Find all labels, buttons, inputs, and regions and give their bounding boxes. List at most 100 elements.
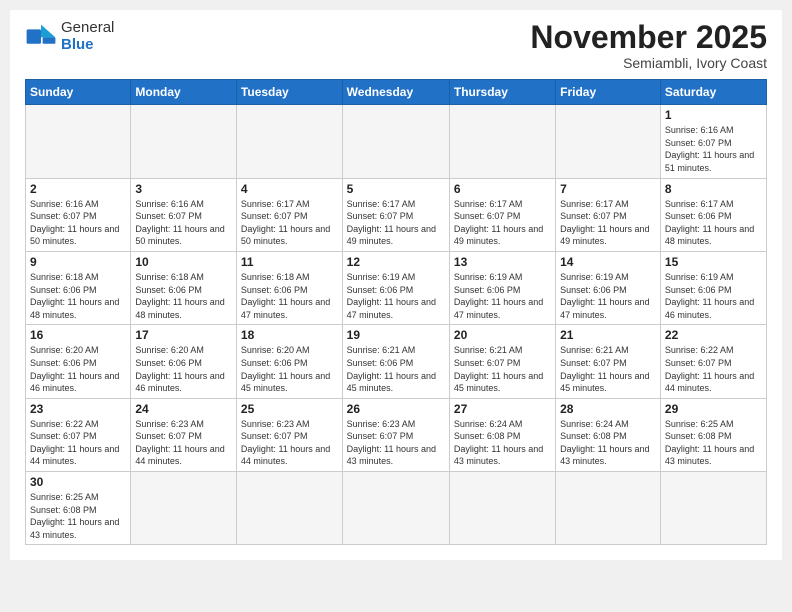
col-saturday: Saturday — [660, 80, 766, 105]
day-number: 12 — [347, 255, 445, 269]
calendar-cell: 19 Sunrise: 6:21 AM Sunset: 6:06 PM Dayli… — [342, 325, 449, 398]
col-monday: Monday — [131, 80, 237, 105]
day-info: Sunrise: 6:16 AM Sunset: 6:07 PM Dayligh… — [665, 124, 762, 174]
day-info: Sunrise: 6:25 AM Sunset: 6:08 PM Dayligh… — [665, 418, 762, 468]
calendar-week-5: 30 Sunrise: 6:25 AM Sunset: 6:08 PM Dayli… — [26, 472, 767, 545]
day-number: 29 — [665, 402, 762, 416]
day-number: 17 — [135, 328, 232, 342]
header: General Blue November 2025 Semiambli, Iv… — [25, 20, 767, 71]
day-number: 19 — [347, 328, 445, 342]
day-info: Sunrise: 6:23 AM Sunset: 6:07 PM Dayligh… — [241, 418, 338, 468]
day-number: 25 — [241, 402, 338, 416]
day-number: 27 — [454, 402, 551, 416]
calendar-cell — [236, 105, 342, 178]
calendar-cell: 15 Sunrise: 6:19 AM Sunset: 6:06 PM Dayli… — [660, 251, 766, 324]
logo: General Blue — [25, 20, 114, 53]
day-number: 15 — [665, 255, 762, 269]
day-info: Sunrise: 6:25 AM Sunset: 6:08 PM Dayligh… — [30, 491, 126, 541]
calendar-cell: 2 Sunrise: 6:16 AM Sunset: 6:07 PM Daylig… — [26, 178, 131, 251]
calendar-cell — [342, 105, 449, 178]
calendar-cell: 5 Sunrise: 6:17 AM Sunset: 6:07 PM Daylig… — [342, 178, 449, 251]
calendar-cell: 3 Sunrise: 6:16 AM Sunset: 6:07 PM Daylig… — [131, 178, 237, 251]
calendar-cell: 18Sunrise: 6:20 AM Sunset: 6:06 PM Dayli… — [236, 325, 342, 398]
day-number: 21 — [560, 328, 656, 342]
day-info: Sunrise: 6:17 AM Sunset: 6:07 PM Dayligh… — [454, 198, 551, 248]
calendar-cell — [236, 472, 342, 545]
day-number: 10 — [135, 255, 232, 269]
day-info: Sunrise: 6:16 AM Sunset: 6:07 PM Dayligh… — [30, 198, 126, 248]
day-info: Sunrise: 6:18 AM Sunset: 6:06 PM Dayligh… — [30, 271, 126, 321]
day-info: Sunrise: 6:19 AM Sunset: 6:06 PM Dayligh… — [347, 271, 445, 321]
calendar-cell — [556, 105, 661, 178]
day-number: 24 — [135, 402, 232, 416]
day-info: Sunrise: 6:20 AM Sunset: 6:06 PM Dayligh… — [241, 344, 338, 394]
calendar-cell: 27 Sunrise: 6:24 AM Sunset: 6:08 PM Dayli… — [449, 398, 555, 471]
day-number: 20 — [454, 328, 551, 342]
day-number: 23 — [30, 402, 126, 416]
day-number: 30 — [30, 475, 126, 489]
calendar-cell: 20 Sunrise: 6:21 AM Sunset: 6:07 PM Dayli… — [449, 325, 555, 398]
col-friday: Friday — [556, 80, 661, 105]
day-number: 3 — [135, 182, 232, 196]
day-number: 2 — [30, 182, 126, 196]
col-tuesday: Tuesday — [236, 80, 342, 105]
calendar-cell: 4 Sunrise: 6:17 AM Sunset: 6:07 PM Daylig… — [236, 178, 342, 251]
calendar-cell: 10 Sunrise: 6:18 AM Sunset: 6:06 PM Dayli… — [131, 251, 237, 324]
calendar-cell: 26 Sunrise: 6:23 AM Sunset: 6:07 PM Dayli… — [342, 398, 449, 471]
calendar-cell: 29 Sunrise: 6:25 AM Sunset: 6:08 PM Dayli… — [660, 398, 766, 471]
calendar-week-3: 16 Sunrise: 6:20 AM Sunset: 6:06 PM Dayli… — [26, 325, 767, 398]
calendar-cell: 24 Sunrise: 6:23 AM Sunset: 6:07 PM Dayli… — [131, 398, 237, 471]
calendar-cell: 21 Sunrise: 6:21 AM Sunset: 6:07 PM Dayli… — [556, 325, 661, 398]
day-number: 8 — [665, 182, 762, 196]
calendar-cell — [556, 472, 661, 545]
day-info: Sunrise: 6:17 AM Sunset: 6:07 PM Dayligh… — [241, 198, 338, 248]
calendar-cell: 23Sunrise: 6:22 AM Sunset: 6:07 PM Dayli… — [26, 398, 131, 471]
day-info: Sunrise: 6:22 AM Sunset: 6:07 PM Dayligh… — [665, 344, 762, 394]
day-info: Sunrise: 6:19 AM Sunset: 6:06 PM Dayligh… — [560, 271, 656, 321]
day-info: Sunrise: 6:20 AM Sunset: 6:06 PM Dayligh… — [30, 344, 126, 394]
day-info: Sunrise: 6:21 AM Sunset: 6:06 PM Dayligh… — [347, 344, 445, 394]
col-wednesday: Wednesday — [342, 80, 449, 105]
day-info: Sunrise: 6:21 AM Sunset: 6:07 PM Dayligh… — [454, 344, 551, 394]
calendar-cell — [449, 105, 555, 178]
day-number: 26 — [347, 402, 445, 416]
calendar-cell: 28Sunrise: 6:24 AM Sunset: 6:08 PM Dayli… — [556, 398, 661, 471]
calendar-cell: 30 Sunrise: 6:25 AM Sunset: 6:08 PM Dayli… — [26, 472, 131, 545]
calendar-cell: 17 Sunrise: 6:20 AM Sunset: 6:06 PM Dayli… — [131, 325, 237, 398]
day-number: 9 — [30, 255, 126, 269]
day-number: 11 — [241, 255, 338, 269]
calendar-cell: 13Sunrise: 6:19 AM Sunset: 6:06 PM Dayli… — [449, 251, 555, 324]
calendar-cell: 9 Sunrise: 6:18 AM Sunset: 6:06 PM Daylig… — [26, 251, 131, 324]
day-info: Sunrise: 6:17 AM Sunset: 6:06 PM Dayligh… — [665, 198, 762, 248]
day-number: 28 — [560, 402, 656, 416]
day-info: Sunrise: 6:23 AM Sunset: 6:07 PM Dayligh… — [347, 418, 445, 468]
day-info: Sunrise: 6:17 AM Sunset: 6:07 PM Dayligh… — [347, 198, 445, 248]
day-info: Sunrise: 6:17 AM Sunset: 6:07 PM Dayligh… — [560, 198, 656, 248]
day-info: Sunrise: 6:20 AM Sunset: 6:06 PM Dayligh… — [135, 344, 232, 394]
day-number: 4 — [241, 182, 338, 196]
calendar-header-row: Sunday Monday Tuesday Wednesday Thursday… — [26, 80, 767, 105]
day-number: 16 — [30, 328, 126, 342]
calendar-cell — [660, 472, 766, 545]
day-info: Sunrise: 6:16 AM Sunset: 6:07 PM Dayligh… — [135, 198, 232, 248]
day-info: Sunrise: 6:21 AM Sunset: 6:07 PM Dayligh… — [560, 344, 656, 394]
title-block: November 2025 Semiambli, Ivory Coast — [530, 20, 767, 71]
calendar-week-2: 9 Sunrise: 6:18 AM Sunset: 6:06 PM Daylig… — [26, 251, 767, 324]
col-sunday: Sunday — [26, 80, 131, 105]
calendar-cell — [26, 105, 131, 178]
day-number: 1 — [665, 108, 762, 122]
day-number: 5 — [347, 182, 445, 196]
calendar-cell — [131, 472, 237, 545]
calendar-cell: 16 Sunrise: 6:20 AM Sunset: 6:06 PM Dayli… — [26, 325, 131, 398]
month-title: November 2025 — [530, 20, 767, 55]
calendar-cell: 11Sunrise: 6:18 AM Sunset: 6:06 PM Dayli… — [236, 251, 342, 324]
logo-icon — [25, 23, 57, 51]
day-info: Sunrise: 6:19 AM Sunset: 6:06 PM Dayligh… — [665, 271, 762, 321]
calendar-cell: 6Sunrise: 6:17 AM Sunset: 6:07 PM Daylig… — [449, 178, 555, 251]
page: General Blue November 2025 Semiambli, Iv… — [10, 10, 782, 560]
calendar-cell — [342, 472, 449, 545]
calendar-week-1: 2 Sunrise: 6:16 AM Sunset: 6:07 PM Daylig… — [26, 178, 767, 251]
day-info: Sunrise: 6:23 AM Sunset: 6:07 PM Dayligh… — [135, 418, 232, 468]
day-info: Sunrise: 6:18 AM Sunset: 6:06 PM Dayligh… — [135, 271, 232, 321]
day-info: Sunrise: 6:24 AM Sunset: 6:08 PM Dayligh… — [454, 418, 551, 468]
